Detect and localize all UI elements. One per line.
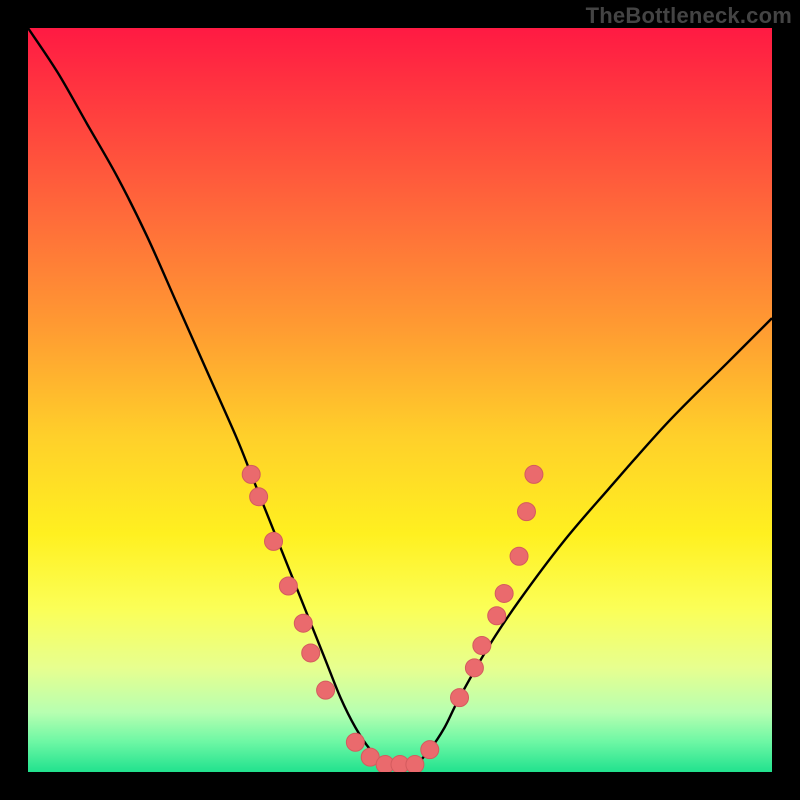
marker-point — [279, 577, 297, 595]
marker-point — [451, 689, 469, 707]
marker-point — [525, 465, 543, 483]
marker-point — [495, 584, 513, 602]
marker-point — [510, 547, 528, 565]
marker-point — [421, 741, 439, 759]
plot-area — [28, 28, 772, 772]
marker-point — [242, 465, 260, 483]
marker-point — [517, 503, 535, 521]
marker-point — [302, 644, 320, 662]
marker-point — [317, 681, 335, 699]
marker-point — [265, 532, 283, 550]
watermark-text: TheBottleneck.com — [586, 3, 792, 29]
marker-point — [346, 733, 364, 751]
marker-point — [465, 659, 483, 677]
marker-point — [488, 607, 506, 625]
marker-point — [294, 614, 312, 632]
marker-point — [250, 488, 268, 506]
chart-svg — [28, 28, 772, 772]
marker-point — [473, 637, 491, 655]
chart-frame: TheBottleneck.com — [0, 0, 800, 800]
gradient-background — [28, 28, 772, 772]
marker-point — [406, 756, 424, 772]
